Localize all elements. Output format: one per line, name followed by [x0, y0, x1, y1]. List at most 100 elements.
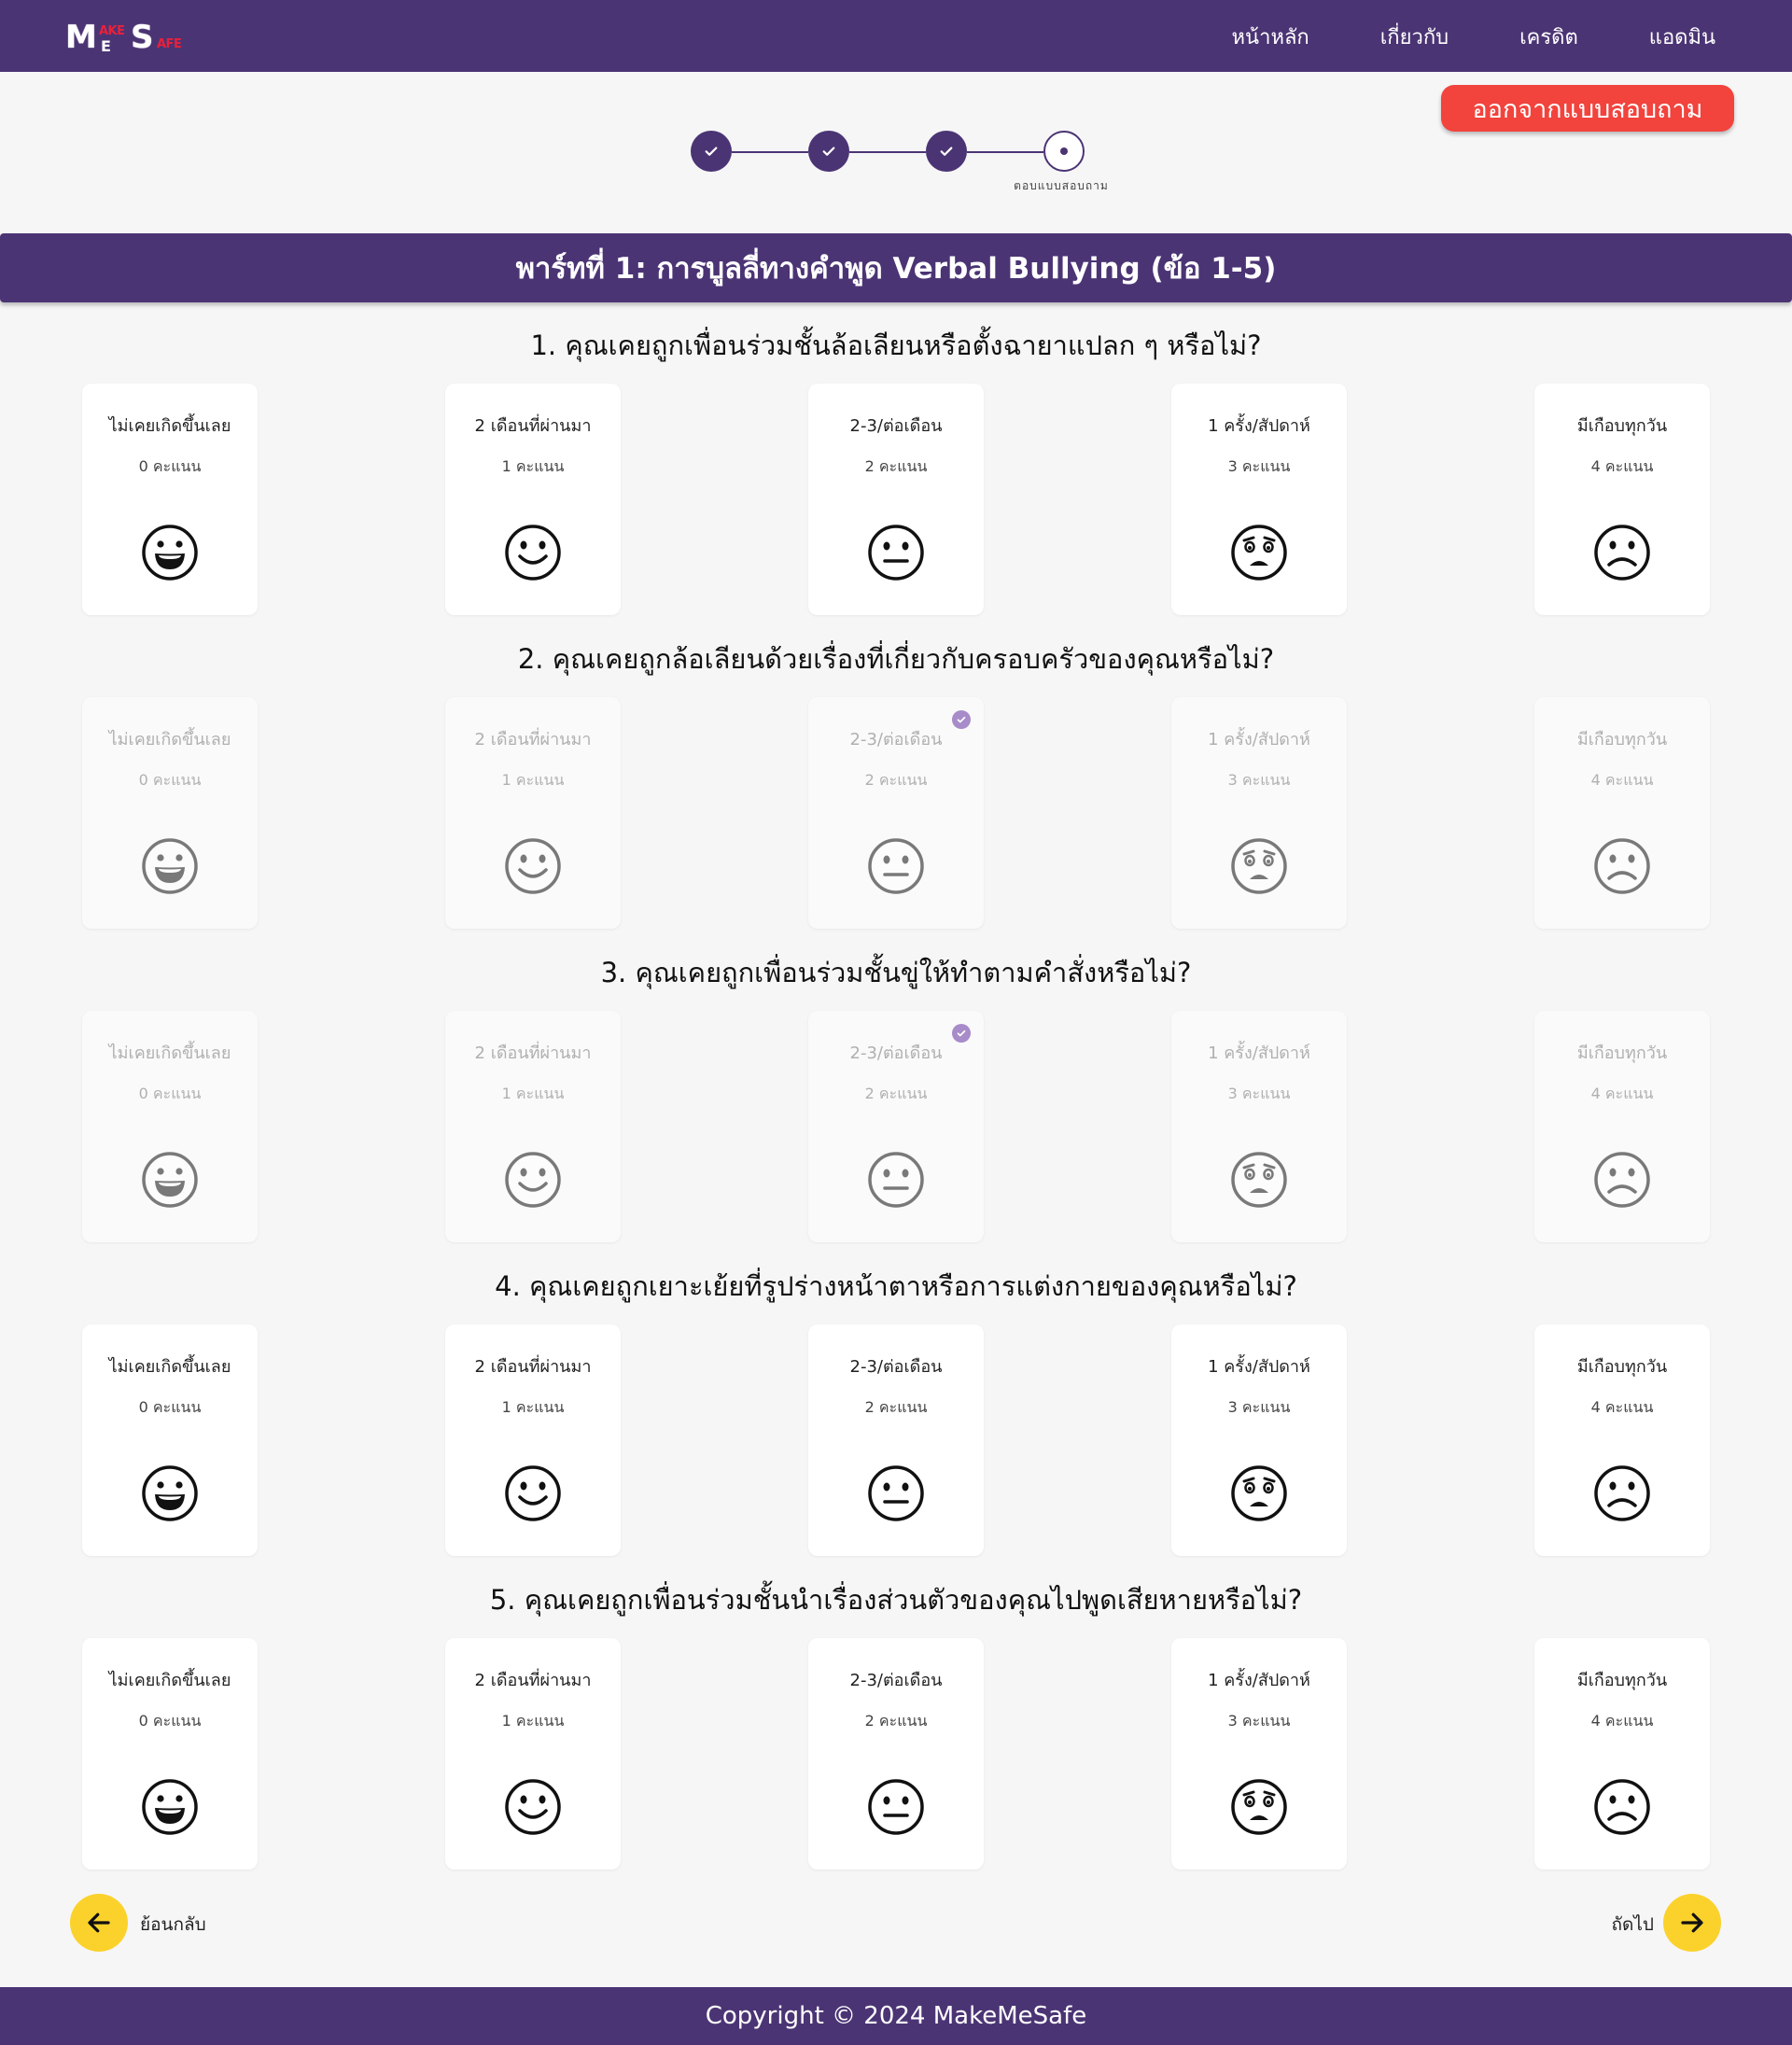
- answer-option-card[interactable]: 2 เดือนที่ผ่านมา 1 คะแนน: [445, 1638, 621, 1870]
- worried-face-icon: [1231, 1465, 1287, 1521]
- option-label: 2 เดือนที่ผ่านมา: [474, 1357, 592, 1377]
- option-label: มีเกือบทุกวัน: [1576, 1044, 1668, 1063]
- answer-option-card[interactable]: มีเกือบทุกวัน 4 คะแนน: [1534, 697, 1710, 929]
- answer-option-card[interactable]: 2 เดือนที่ผ่านมา 1 คะแนน: [445, 1324, 621, 1556]
- question-title: 5. คุณเคยถูกเพื่อนร่วมชั้นนำเรื่องส่วนตั…: [489, 1584, 1303, 1616]
- smiling-face-icon: [505, 1465, 561, 1521]
- frowning-face-icon: [1594, 1465, 1650, 1521]
- answer-option-card[interactable]: 2-3/ต่อเดือน 2 คะแนน: [808, 1324, 984, 1556]
- part-title-banner: พาร์ทที่ 1: การบูลลี่ทางคำพูด Verbal Bul…: [0, 233, 1792, 302]
- logo-letter-e: E: [101, 37, 111, 55]
- step-2-completed: [808, 131, 849, 172]
- selected-check-icon: [952, 710, 971, 729]
- progress-stepper: ตอบแบบสอบถาม: [691, 131, 1108, 196]
- logo-letter-m: M: [65, 19, 97, 56]
- option-points: 1 คะแนน: [501, 1712, 565, 1730]
- makemesafe-logo[interactable]: M AKE E S AFE: [65, 19, 192, 56]
- answer-option-card[interactable]: 1 ครั้ง/สัปดาห์ 3 คะแนน: [1171, 697, 1347, 929]
- option-label: 2 เดือนที่ผ่านมา: [474, 1671, 592, 1690]
- answer-option-card[interactable]: ไม่เคยเกิดขึ้นเลย 0 คะแนน: [82, 1324, 258, 1556]
- logo-text-ake: AKE: [99, 24, 125, 38]
- current-step-label: ตอบแบบสอบถาม: [1014, 179, 1109, 192]
- option-label: 2-3/ต่อเดือน: [849, 1671, 943, 1690]
- answer-option-card[interactable]: มีเกือบทุกวัน 4 คะแนน: [1534, 384, 1710, 615]
- answer-option-card[interactable]: 2 เดือนที่ผ่านมา 1 คะแนน: [445, 384, 621, 615]
- question-title: 3. คุณเคยถูกเพื่อนร่วมชั้นขู่ให้ทำตามคำส…: [600, 957, 1192, 988]
- worried-face-icon: [1231, 1779, 1287, 1835]
- nav-links: หน้าหลัก เกี่ยวกับ เครดิต แอดมิน: [1161, 21, 1715, 53]
- neutral-face-icon: [868, 1152, 924, 1208]
- stepper-connector: [849, 151, 926, 153]
- answer-option-card[interactable]: 2-3/ต่อเดือน 2 คะแนน: [808, 1011, 984, 1242]
- smiling-face-icon: [505, 1779, 561, 1835]
- answer-option-card[interactable]: 1 ครั้ง/สัปดาห์ 3 คะแนน: [1171, 1324, 1347, 1556]
- option-points: 1 คะแนน: [501, 457, 565, 475]
- option-points: 0 คะแนน: [138, 771, 202, 789]
- grinning-face-icon: [142, 1779, 198, 1835]
- nav-link-admin[interactable]: แอดมิน: [1649, 21, 1715, 53]
- option-label: 1 ครั้ง/สัปดาห์: [1208, 416, 1310, 436]
- option-points: 4 คะแนน: [1590, 1398, 1654, 1416]
- option-points: 4 คะแนน: [1590, 457, 1654, 475]
- answer-option-card[interactable]: 2 เดือนที่ผ่านมา 1 คะแนน: [445, 697, 621, 929]
- option-points: 2 คะแนน: [864, 1398, 928, 1416]
- neutral-face-icon: [868, 1779, 924, 1835]
- answer-option-card[interactable]: 1 ครั้ง/สัปดาห์ 3 คะแนน: [1171, 1011, 1347, 1242]
- answer-option-card[interactable]: 2-3/ต่อเดือน 2 คะแนน: [808, 697, 984, 929]
- option-points: 3 คะแนน: [1227, 457, 1291, 475]
- option-points: 2 คะแนน: [864, 771, 928, 789]
- answer-option-card[interactable]: มีเกือบทุกวัน 4 คะแนน: [1534, 1011, 1710, 1242]
- top-navbar: M AKE E S AFE หน้าหลัก เกี่ยวกับ เครดิต …: [0, 0, 1792, 72]
- question-title: 1. คุณเคยถูกเพื่อนร่วมชั้นล้อเลียนหรือตั…: [530, 329, 1262, 361]
- option-label: 1 ครั้ง/สัปดาห์: [1208, 1671, 1310, 1690]
- option-label: 1 ครั้ง/สัปดาห์: [1208, 1357, 1310, 1377]
- answer-option-card[interactable]: ไม่เคยเกิดขึ้นเลย 0 คะแนน: [82, 384, 258, 615]
- answer-option-card[interactable]: ไม่เคยเกิดขึ้นเลย 0 คะแนน: [82, 697, 258, 929]
- back-button[interactable]: [70, 1894, 128, 1952]
- option-points: 3 คะแนน: [1227, 1398, 1291, 1416]
- worried-face-icon: [1231, 838, 1287, 894]
- question-title: 4. คุณเคยถูกเยาะเย้ยที่รูปร่างหน้าตาหรือ…: [495, 1270, 1297, 1302]
- logo-letter-s: S: [131, 19, 153, 56]
- next-button[interactable]: [1663, 1894, 1721, 1952]
- option-label: มีเกือบทุกวัน: [1576, 1671, 1668, 1690]
- nav-link-home[interactable]: หน้าหลัก: [1232, 21, 1309, 53]
- option-points: 3 คะแนน: [1227, 771, 1291, 789]
- answer-option-card[interactable]: 2-3/ต่อเดือน 2 คะแนน: [808, 1638, 984, 1870]
- exit-survey-button[interactable]: ออกจากแบบสอบถาม: [1441, 85, 1734, 132]
- answer-option-card[interactable]: 2-3/ต่อเดือน 2 คะแนน: [808, 384, 984, 615]
- option-label: ไม่เคยเกิดขึ้นเลย: [108, 730, 231, 749]
- option-points: 0 คะแนน: [138, 457, 202, 475]
- option-label: 2-3/ต่อเดือน: [849, 1357, 943, 1377]
- step-4-current: [1043, 131, 1085, 172]
- option-label: ไม่เคยเกิดขึ้นเลย: [108, 416, 231, 436]
- option-label: 1 ครั้ง/สัปดาห์: [1208, 730, 1310, 749]
- footer-copyright: Copyright © 2024 MakeMeSafe: [0, 1987, 1792, 2045]
- answer-option-card[interactable]: ไม่เคยเกิดขึ้นเลย 0 คะแนน: [82, 1638, 258, 1870]
- answer-option-card[interactable]: 1 ครั้ง/สัปดาห์ 3 คะแนน: [1171, 1638, 1347, 1870]
- option-label: มีเกือบทุกวัน: [1576, 416, 1668, 436]
- answer-option-card[interactable]: มีเกือบทุกวัน 4 คะแนน: [1534, 1638, 1710, 1870]
- nav-link-about[interactable]: เกี่ยวกับ: [1380, 21, 1449, 53]
- answer-option-card[interactable]: 1 ครั้ง/สัปดาห์ 3 คะแนน: [1171, 384, 1347, 615]
- worried-face-icon: [1231, 525, 1287, 581]
- check-icon: [940, 147, 953, 156]
- option-label: 2-3/ต่อเดือน: [849, 730, 943, 749]
- current-step-dot: [1060, 147, 1068, 155]
- nav-link-credits[interactable]: เครดิต: [1519, 21, 1578, 53]
- option-points: 4 คะแนน: [1590, 1085, 1654, 1102]
- grinning-face-icon: [142, 1152, 198, 1208]
- back-label[interactable]: ย้อนกลับ: [140, 1911, 206, 1939]
- answer-option-card[interactable]: ไม่เคยเกิดขึ้นเลย 0 คะแนน: [82, 1011, 258, 1242]
- smiling-face-icon: [505, 838, 561, 894]
- option-label: ไม่เคยเกิดขึ้นเลย: [108, 1357, 231, 1377]
- smiling-face-icon: [505, 1152, 561, 1208]
- grinning-face-icon: [142, 525, 198, 581]
- next-label[interactable]: ถัดไป: [1587, 1911, 1654, 1939]
- answer-option-card[interactable]: มีเกือบทุกวัน 4 คะแนน: [1534, 1324, 1710, 1556]
- option-label: ไม่เคยเกิดขึ้นเลย: [108, 1044, 231, 1063]
- option-label: 2 เดือนที่ผ่านมา: [474, 1044, 592, 1063]
- frowning-face-icon: [1594, 838, 1650, 894]
- answer-option-card[interactable]: 2 เดือนที่ผ่านมา 1 คะแนน: [445, 1011, 621, 1242]
- option-label: 2 เดือนที่ผ่านมา: [474, 730, 592, 749]
